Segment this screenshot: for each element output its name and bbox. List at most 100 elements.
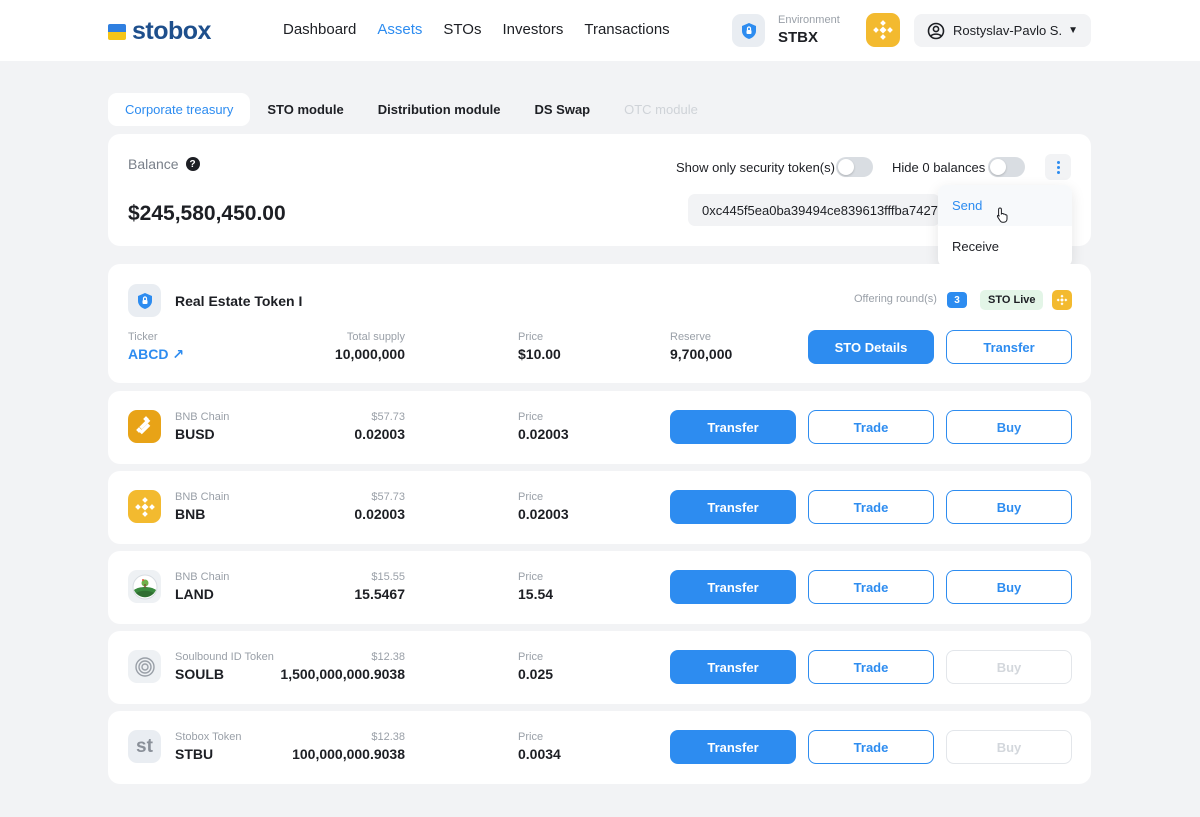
actions-menu: Send Receive — [938, 185, 1072, 267]
tab-distribution-module[interactable]: Distribution module — [361, 93, 518, 126]
price-label: Price — [518, 331, 544, 343]
reserve-label: Reserve — [670, 331, 711, 343]
ticker-value: ABCD — [128, 346, 169, 362]
offering-rounds-count: 3 — [947, 292, 967, 308]
usd-value: $57.73 — [371, 491, 405, 503]
tab-ds-swap[interactable]: DS Swap — [518, 93, 608, 126]
transfer-button[interactable]: Transfer — [670, 570, 796, 604]
price-value: 0.0034 — [518, 746, 561, 762]
usd-value: $57.73 — [371, 411, 405, 423]
transfer-button[interactable]: Transfer — [670, 650, 796, 684]
token-row-bnb: BNB Chain BNB $57.73 0.02003 Price 0.020… — [108, 471, 1091, 544]
hide-zero-toggle-label: Hide 0 balances — [892, 160, 986, 175]
user-icon — [927, 22, 945, 39]
bnb-chain-icon — [1052, 290, 1072, 310]
environment-value: STBX — [778, 29, 819, 46]
trade-button[interactable]: Trade — [808, 410, 934, 444]
more-options-icon[interactable] — [1045, 154, 1071, 180]
real-estate-token-card: Real Estate Token I Offering round(s) 3 … — [108, 264, 1091, 383]
ticker-link[interactable]: ABCD ↗ — [128, 346, 184, 363]
usd-value: $12.38 — [371, 651, 405, 663]
ticker-label: Ticker — [128, 331, 158, 343]
buy-button[interactable]: Buy — [946, 570, 1072, 604]
environment-label: Environment — [778, 14, 840, 26]
usd-value: $15.55 — [371, 571, 405, 583]
logo[interactable]: stobox — [108, 17, 211, 46]
nav-stos[interactable]: STOs — [443, 21, 481, 38]
land-icon — [128, 570, 161, 603]
nav-transactions[interactable]: Transactions — [584, 21, 669, 38]
token-row-soulb: Soulbound ID Token SOULB $12.38 1,500,00… — [108, 631, 1091, 704]
price-label: Price — [518, 491, 544, 503]
buy-button[interactable]: Buy — [946, 490, 1072, 524]
price-label: Price — [518, 731, 544, 743]
price-value: 0.025 — [518, 666, 554, 682]
chain-label: BNB Chain — [175, 491, 230, 503]
tab-otc-module: OTC module — [624, 102, 698, 117]
bnb-network-icon[interactable] — [866, 13, 900, 47]
token-row-busd: BNB Chain BUSD $57.73 0.02003 Price 0.02… — [108, 391, 1091, 464]
token-row-stbu: st Stobox Token STBU $12.38 100,000,000.… — [108, 711, 1091, 784]
help-icon[interactable]: ? — [185, 157, 200, 171]
transfer-button[interactable]: Transfer — [670, 730, 796, 764]
token-row-land: BNB Chain LAND $15.55 15.5467 Price 15.5… — [108, 551, 1091, 624]
buy-button-disabled: Buy — [946, 730, 1072, 764]
transfer-button[interactable]: Transfer — [670, 410, 796, 444]
trade-button[interactable]: Trade — [808, 570, 934, 604]
menu-item-receive[interactable]: Receive — [938, 226, 1072, 267]
user-name: Rostyslav-Pavlo S. — [953, 23, 1063, 38]
caret-down-icon: ▼ — [1068, 25, 1078, 36]
buy-button[interactable]: Buy — [946, 410, 1072, 444]
chain-label: Stobox Token — [175, 731, 242, 743]
token-amount: 1,500,000,000.9038 — [280, 666, 405, 682]
top-header: stobox Dashboard Assets STOs Investors T… — [0, 0, 1200, 61]
ret-transfer-button[interactable]: Transfer — [946, 330, 1072, 364]
flag-icon — [108, 23, 126, 40]
trade-button[interactable]: Trade — [808, 650, 934, 684]
price-label: Price — [518, 571, 544, 583]
nav-investors[interactable]: Investors — [502, 21, 563, 38]
total-supply-value: 10,000,000 — [334, 346, 405, 362]
tab-corporate-treasury[interactable]: Corporate treasury — [108, 93, 251, 126]
price-value: 15.54 — [518, 586, 554, 602]
token-symbol: BNB — [175, 506, 206, 522]
usd-value: $12.38 — [371, 731, 405, 743]
chain-label: BNB Chain — [175, 411, 230, 423]
reserve-value: 9,700,000 — [670, 346, 733, 362]
wallet-address[interactable]: 0xc445f5ea0ba39494ce839613fffba7427 — [688, 194, 940, 226]
logo-text: stobox — [132, 17, 211, 45]
price-value: 0.02003 — [518, 426, 569, 442]
trade-button[interactable]: Trade — [808, 490, 934, 524]
nav-assets[interactable]: Assets — [377, 21, 422, 38]
chain-label: Soulbound ID Token — [175, 651, 274, 663]
external-link-icon: ↗ — [172, 346, 185, 362]
main-nav: Dashboard Assets STOs Investors Transact… — [283, 21, 670, 38]
price-label: Price — [518, 411, 544, 423]
token-amount: 0.02003 — [354, 506, 405, 522]
status-badge: STO Live — [980, 290, 1044, 310]
transfer-button[interactable]: Transfer — [670, 490, 796, 524]
total-supply-label: Total supply — [346, 331, 405, 343]
token-name: Real Estate Token I — [175, 293, 303, 309]
buy-button-disabled: Buy — [946, 650, 1072, 684]
offering-rounds-label: Offering round(s) — [854, 293, 937, 305]
price-value: 0.02003 — [518, 506, 569, 522]
bnb-icon — [128, 490, 161, 523]
nav-dashboard[interactable]: Dashboard — [283, 21, 356, 38]
hide-zero-toggle[interactable] — [988, 157, 1025, 177]
price-label: Price — [518, 651, 544, 663]
shield-icon — [732, 14, 765, 47]
trade-button[interactable]: Trade — [808, 730, 934, 764]
price-value: $10.00 — [518, 346, 561, 362]
chain-label: BNB Chain — [175, 571, 230, 583]
security-token-toggle[interactable] — [836, 157, 873, 177]
module-tabs: Corporate treasury STO module Distributi… — [108, 93, 715, 126]
user-menu[interactable]: Rostyslav-Pavlo S. ▼ — [914, 14, 1091, 47]
token-amount: 0.02003 — [354, 426, 405, 442]
token-amount: 15.5467 — [354, 586, 405, 602]
pointer-cursor-icon — [996, 207, 1008, 223]
balance-label: Balance — [128, 156, 179, 172]
busd-icon — [128, 410, 161, 443]
tab-sto-module[interactable]: STO module — [250, 93, 360, 126]
sto-details-button[interactable]: STO Details — [808, 330, 934, 364]
